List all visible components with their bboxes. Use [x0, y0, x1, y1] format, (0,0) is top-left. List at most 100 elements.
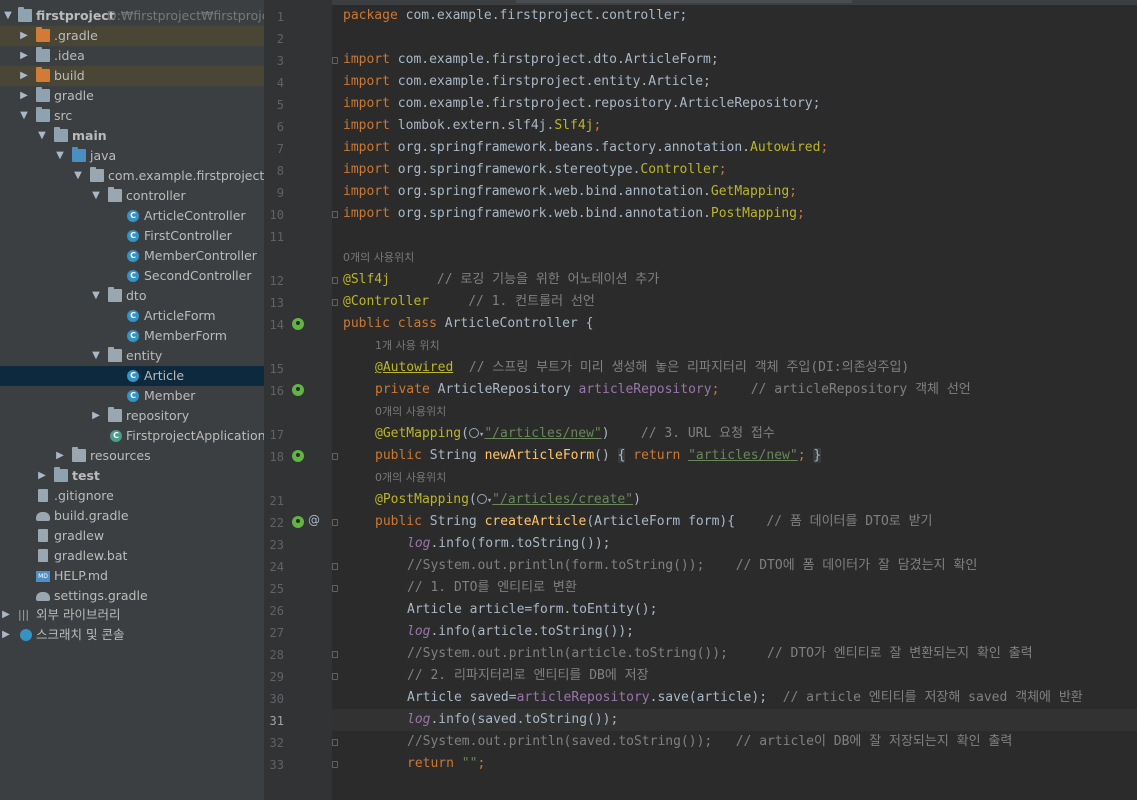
code-line[interactable]: // 1. DTO를 엔티티로 변환: [407, 577, 577, 599]
code-line[interactable]: @Slf4j // 로깅 기능을 위한 어노테이션 추가: [343, 269, 659, 291]
tree-item-build[interactable]: ▶ build: [0, 66, 264, 86]
tree-item-article[interactable]: C Article: [0, 366, 264, 386]
code-line[interactable]: @PostMapping(▾"/articles/create"): [375, 489, 641, 511]
tree-item-package[interactable]: ▼ com.example.firstproject: [0, 166, 264, 186]
tree-item-gradle-hidden[interactable]: ▶ .gradle: [0, 26, 264, 46]
autowired-navigate-icon[interactable]: [292, 384, 304, 396]
chevron-down-icon[interactable]: ▼: [18, 106, 30, 126]
tree-item-entity[interactable]: ▼ entity: [0, 346, 264, 366]
tree-item-repository[interactable]: ▶ repository: [0, 406, 264, 426]
tree-item-idea[interactable]: ▶ .idea: [0, 46, 264, 66]
chevron-right-icon[interactable]: ▶: [0, 605, 12, 625]
tree-item-build-gradle[interactable]: build.gradle: [0, 506, 264, 526]
code-line[interactable]: @GetMapping(▾"/articles/new") // 3. URL …: [375, 423, 775, 445]
spring-bean-icon[interactable]: [292, 318, 304, 330]
usage-hint[interactable]: 0개의 사용위치: [375, 401, 446, 423]
code-line[interactable]: // 2. 리파지터리로 엔티티를 DB에 저장: [407, 665, 649, 687]
chevron-down-icon[interactable]: ▼: [2, 6, 14, 26]
tree-item-settings-gradle[interactable]: settings.gradle: [0, 586, 264, 606]
fold-marker-icon[interactable]: [332, 519, 338, 526]
tree-item-test[interactable]: ▶ test: [0, 466, 264, 486]
tree-item-root[interactable]: ▼ firstproject D:₩firstproject₩firstproj…: [0, 6, 264, 26]
tree-item-firstprojectapplication[interactable]: C FirstprojectApplication: [0, 426, 264, 446]
fold-marker-icon[interactable]: [332, 651, 338, 658]
fold-marker-icon[interactable]: [332, 585, 338, 592]
tree-item-firstcontroller[interactable]: C FirstController: [0, 226, 264, 246]
tree-item-main[interactable]: ▼ main: [0, 126, 264, 146]
tree-item-src[interactable]: ▼ src: [0, 106, 264, 126]
chevron-down-icon[interactable]: ▼: [54, 146, 66, 166]
tree-item-java[interactable]: ▼ java: [0, 146, 264, 166]
fold-marker-icon[interactable]: [332, 739, 338, 746]
globe-icon[interactable]: [476, 494, 487, 504]
code-line-current[interactable]: log.info(saved.toString());: [407, 709, 618, 731]
tree-item-secondcontroller[interactable]: C SecondController: [0, 266, 264, 286]
fold-marker-icon[interactable]: [332, 211, 338, 218]
tree-item-articlecontroller[interactable]: C ArticleController: [0, 206, 264, 226]
code-line[interactable]: public String createArticle(ArticleForm …: [375, 511, 933, 533]
tree-item-member[interactable]: C Member: [0, 386, 264, 406]
code-line[interactable]: @Autowired // 스프링 부트가 미리 생성해 놓은 리파지터리 객체…: [375, 357, 909, 379]
code-line[interactable]: return "";: [407, 753, 485, 775]
fold-marker-icon[interactable]: [332, 299, 338, 306]
chevron-right-icon[interactable]: ▶: [36, 466, 48, 486]
tree-item-resources[interactable]: ▶ resources: [0, 446, 264, 466]
chevron-right-icon[interactable]: ▶: [90, 406, 102, 426]
request-mapping-icon[interactable]: [292, 516, 304, 528]
code-line[interactable]: import com.example.firstproject.entity.A…: [343, 71, 711, 93]
code-line[interactable]: Article article=form.toEntity();: [407, 599, 657, 621]
code-line[interactable]: import lombok.extern.slf4j.Slf4j;: [343, 115, 601, 137]
tree-item-help-md[interactable]: MD HELP.md: [0, 566, 264, 586]
code-line[interactable]: log.info(article.toString());: [407, 621, 634, 643]
fold-marker-icon[interactable]: [332, 57, 338, 64]
code-line[interactable]: //System.out.println(article.toString())…: [407, 643, 1033, 665]
tree-item-memberform[interactable]: C MemberForm: [0, 326, 264, 346]
chevron-down-icon[interactable]: ▼: [90, 286, 102, 306]
tree-item-membercontroller[interactable]: C MemberController: [0, 246, 264, 266]
code-line[interactable]: import com.example.firstproject.dto.Arti…: [343, 49, 719, 71]
tree-item-controller[interactable]: ▼ controller: [0, 186, 264, 206]
fold-marker-icon[interactable]: [332, 563, 338, 570]
code-line[interactable]: //System.out.println(saved.toString()); …: [407, 731, 1012, 753]
tree-item-dto[interactable]: ▼ dto: [0, 286, 264, 306]
tree-item-gradlew[interactable]: gradlew: [0, 526, 264, 546]
chevron-right-icon[interactable]: ▶: [18, 46, 30, 66]
tree-item-external-libraries[interactable]: ▶ ||| 외부 라이브러리: [0, 605, 264, 625]
code-line[interactable]: Article saved=articleRepository.save(art…: [407, 687, 1083, 709]
fold-marker-icon[interactable]: [332, 673, 338, 680]
chevron-down-icon[interactable]: ▼: [90, 346, 102, 366]
usage-hint[interactable]: 1개 사용 위치: [375, 335, 440, 357]
fold-marker-icon[interactable]: [332, 761, 338, 768]
chevron-right-icon[interactable]: ▶: [18, 86, 30, 106]
fold-marker-icon[interactable]: [332, 277, 338, 284]
usage-hint[interactable]: 0개의 사용위치: [375, 467, 446, 489]
tree-item-articleform[interactable]: C ArticleForm: [0, 306, 264, 326]
chevron-down-icon[interactable]: ▼: [36, 126, 48, 146]
chevron-right-icon[interactable]: ▶: [18, 26, 30, 46]
code-line[interactable]: import org.springframework.stereotype.Co…: [343, 159, 727, 181]
chevron-right-icon[interactable]: ▶: [0, 625, 12, 645]
code-line[interactable]: import org.springframework.web.bind.anno…: [343, 181, 797, 203]
tree-item-gradle[interactable]: ▶ gradle: [0, 86, 264, 106]
code-line[interactable]: @Controller // 1. 컨트롤러 선언: [343, 291, 595, 313]
tree-item-gradlew-bat[interactable]: gradlew.bat: [0, 546, 264, 566]
chevron-right-icon[interactable]: ▶: [18, 66, 30, 86]
chevron-right-icon[interactable]: ▶: [54, 446, 66, 466]
request-mapping-icon[interactable]: [292, 450, 304, 462]
globe-icon[interactable]: [468, 428, 479, 438]
code-line[interactable]: import org.springframework.beans.factory…: [343, 137, 828, 159]
code-line[interactable]: public class ArticleController {: [343, 313, 593, 335]
at-sign-icon[interactable]: @: [308, 513, 320, 527]
code-line[interactable]: import org.springframework.web.bind.anno…: [343, 203, 805, 225]
tree-item-scratches[interactable]: ▶ 스크래치 및 콘솔: [0, 625, 264, 645]
tree-item-gitignore[interactable]: .gitignore: [0, 486, 264, 506]
code-editor[interactable]: 1 2 3 4 5 6 7 8 9 10 11 12 13 14 15 16 1…: [264, 0, 1137, 800]
code-line[interactable]: private ArticleRepository articleReposit…: [375, 379, 971, 401]
chevron-down-icon[interactable]: ▼: [72, 166, 84, 186]
code-line[interactable]: package com.example.firstproject.control…: [343, 5, 687, 27]
code-line[interactable]: import com.example.firstproject.reposito…: [343, 93, 820, 115]
usage-hint[interactable]: 0개의 사용위치: [343, 247, 414, 269]
fold-marker-icon[interactable]: [332, 453, 338, 460]
chevron-down-icon[interactable]: ▼: [90, 186, 102, 206]
code-line[interactable]: //System.out.println(form.toString()); /…: [407, 555, 977, 577]
